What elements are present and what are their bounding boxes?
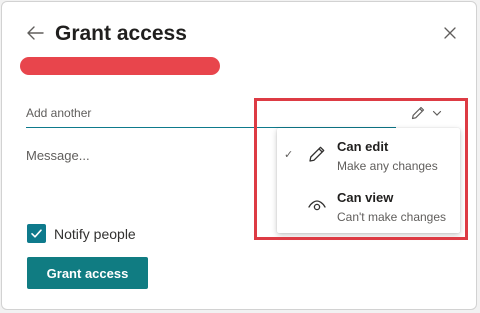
menu-item-description: Make any changes [337,159,438,173]
selected-check-icon: ✓ [284,149,294,161]
menu-item-title: Can edit [337,139,389,154]
checkbox-checked[interactable] [27,224,46,243]
grant-access-dialog: Grant access Notify people Grant access … [1,1,477,310]
chevron-down-icon [432,110,442,116]
pencil-icon [309,146,325,162]
menu-item-title: Can view [337,190,394,205]
permission-dropdown-button[interactable] [410,102,454,124]
menu-item-can-edit[interactable]: ✓ Can edit Make any changes [277,134,460,182]
close-button[interactable] [441,24,459,42]
notify-people-checkbox[interactable]: Notify people [27,224,136,243]
grant-access-button[interactable]: Grant access [27,257,148,289]
checkmark-icon [31,229,42,238]
dialog-title: Grant access [55,22,187,45]
message-field[interactable] [26,148,266,208]
notify-people-label: Notify people [54,225,136,242]
arrow-left-icon [27,26,44,40]
close-icon [444,27,456,39]
add-another-input[interactable] [26,99,396,128]
back-button[interactable] [24,22,46,44]
eye-icon [308,200,326,211]
permission-menu: ✓ Can edit Make any changes Can view Can… [277,128,460,233]
redaction-mark [20,57,220,75]
menu-item-can-view[interactable]: Can view Can't make changes [277,185,460,233]
menu-item-description: Can't make changes [337,210,447,224]
pencil-icon [411,106,425,120]
